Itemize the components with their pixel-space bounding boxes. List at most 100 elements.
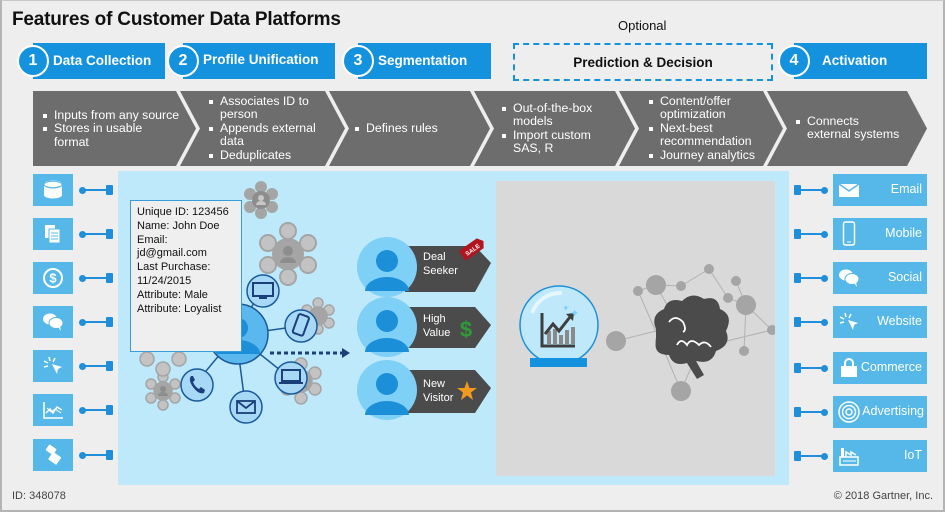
mobile-phone-icon bbox=[284, 309, 318, 343]
segment-label: Deal Seeker bbox=[423, 251, 458, 277]
connector-dot bbox=[79, 275, 86, 282]
chat-bubbles-icon bbox=[43, 313, 64, 331]
desktop-icon bbox=[246, 274, 280, 308]
smartphone-icon bbox=[842, 221, 856, 246]
bullet: Connects external systems bbox=[795, 114, 905, 142]
destination-email: Email bbox=[833, 174, 927, 206]
connector-port bbox=[106, 361, 113, 371]
connector-port bbox=[794, 317, 801, 327]
destination-social: Social bbox=[833, 262, 927, 294]
source-social bbox=[33, 306, 73, 338]
destination-label: Commerce bbox=[860, 360, 922, 374]
connector-dot bbox=[821, 409, 828, 416]
factory-icon bbox=[839, 448, 859, 466]
brain-icon bbox=[654, 295, 729, 379]
profile-attribute-loyalty: Attribute: Loyalist bbox=[137, 302, 222, 315]
profile-purchase-value: 11/24/2015 bbox=[137, 274, 192, 287]
source-database bbox=[33, 174, 73, 206]
connector-port bbox=[106, 450, 113, 460]
profile-unique-id: Unique ID: 123456 bbox=[137, 206, 229, 218]
connected-devices-icon bbox=[45, 444, 61, 465]
source-transactions: $ bbox=[33, 262, 73, 294]
bullet: Inputs from any source bbox=[42, 108, 187, 122]
source-devices bbox=[33, 439, 73, 471]
connector-port bbox=[794, 407, 801, 417]
laptop-icon bbox=[274, 361, 308, 395]
unified-profile-card: Unique ID: 123456 Name: John Doe Email: … bbox=[130, 200, 242, 352]
connector-port bbox=[106, 185, 113, 195]
chevron-6-text: Connects external systems bbox=[795, 114, 905, 142]
destination-label: Email bbox=[890, 182, 922, 196]
segment-label: New Visitor bbox=[423, 378, 454, 404]
bullet: Deduplicates bbox=[208, 148, 318, 162]
bullet: Stores in usable format bbox=[42, 122, 150, 149]
destination-website: Website bbox=[833, 306, 927, 338]
connector-dot bbox=[79, 407, 86, 414]
destination-label: Mobile bbox=[885, 226, 922, 240]
bullet: Next-best recommendation bbox=[648, 121, 763, 149]
connector-port bbox=[794, 363, 801, 373]
connector-port bbox=[106, 273, 113, 283]
destination-mobile: Mobile bbox=[833, 218, 927, 250]
chevron-1-text: Inputs from any source Stores in usable f… bbox=[42, 108, 187, 149]
profile-attribute-gender: Attribute: Male bbox=[137, 288, 208, 301]
connector-port bbox=[794, 273, 801, 283]
bullet: Out-of-the-box models bbox=[501, 101, 606, 129]
line-chart-icon bbox=[43, 402, 63, 419]
profile-email-value: jd@gmail.com bbox=[137, 247, 207, 260]
profile-name: Name: John Doe bbox=[137, 219, 220, 232]
profile-purchase-label: Last Purchase: bbox=[137, 261, 211, 274]
svg-text:✦: ✦ bbox=[570, 307, 579, 320]
bullet: Content/offer optimization bbox=[648, 94, 763, 122]
destination-label: Advertising bbox=[862, 404, 924, 418]
connector-port bbox=[794, 229, 801, 239]
svg-text:✦: ✦ bbox=[562, 304, 570, 314]
connector-dot bbox=[821, 453, 828, 460]
chevron-4-text: Out-of-the-box models Import custom SAS, … bbox=[501, 101, 606, 156]
connector-dot bbox=[821, 231, 828, 238]
destination-commerce: Commerce bbox=[833, 352, 927, 384]
profile-email-label: Email: bbox=[137, 233, 168, 246]
segment-label: High Value bbox=[423, 313, 451, 339]
crystal-ball-icon: ✦ ✦ bbox=[519, 285, 599, 367]
source-web-clicks bbox=[33, 350, 73, 382]
chevron-5-text: Content/offer optimization Next-best reco… bbox=[648, 94, 763, 162]
connector-dot bbox=[821, 187, 828, 194]
prediction-graphic: ✦ ✦ bbox=[519, 264, 775, 401]
destination-label: Website bbox=[877, 314, 922, 328]
click-cursor-icon bbox=[839, 312, 858, 330]
connector-dot bbox=[79, 452, 86, 459]
connector-port bbox=[106, 317, 113, 327]
chevron-3-text: Defines rules bbox=[354, 121, 464, 135]
destination-label: IoT bbox=[903, 448, 922, 462]
envelope-icon bbox=[229, 390, 263, 424]
figure-id: ID: 348078 bbox=[12, 490, 66, 502]
connector-dot bbox=[821, 319, 828, 326]
connector-dot bbox=[821, 275, 828, 282]
connector-port bbox=[106, 229, 113, 239]
connector-dot bbox=[79, 187, 86, 194]
dollar-sign-icon: $ bbox=[460, 317, 472, 342]
bullet: Appends external data bbox=[208, 121, 318, 149]
telephone-icon bbox=[180, 368, 214, 402]
connector-dot bbox=[79, 363, 86, 370]
bullet: Import custom SAS, R bbox=[501, 128, 606, 156]
bullet: Associates ID to person bbox=[208, 94, 318, 122]
shopping-bag-icon bbox=[841, 358, 857, 377]
bullet: Journey analytics bbox=[648, 148, 763, 162]
connector-port bbox=[794, 451, 801, 461]
destination-advertising: Advertising bbox=[833, 396, 927, 428]
dollar-icon: $ bbox=[43, 268, 63, 288]
chat-bubbles-icon bbox=[839, 269, 860, 287]
connector-port bbox=[794, 185, 801, 195]
source-analytics bbox=[33, 394, 73, 426]
chevron-2-text: Associates ID to person Appends external … bbox=[208, 94, 318, 162]
destination-label: Social bbox=[887, 270, 922, 284]
click-cursor-icon bbox=[43, 356, 62, 374]
database-icon bbox=[43, 180, 63, 199]
copyright: © 2018 Gartner, Inc. bbox=[833, 490, 933, 502]
bullet: Defines rules bbox=[354, 121, 464, 135]
svg-text:$: $ bbox=[49, 271, 57, 286]
connector-dot bbox=[79, 319, 86, 326]
envelope-icon bbox=[838, 183, 860, 197]
